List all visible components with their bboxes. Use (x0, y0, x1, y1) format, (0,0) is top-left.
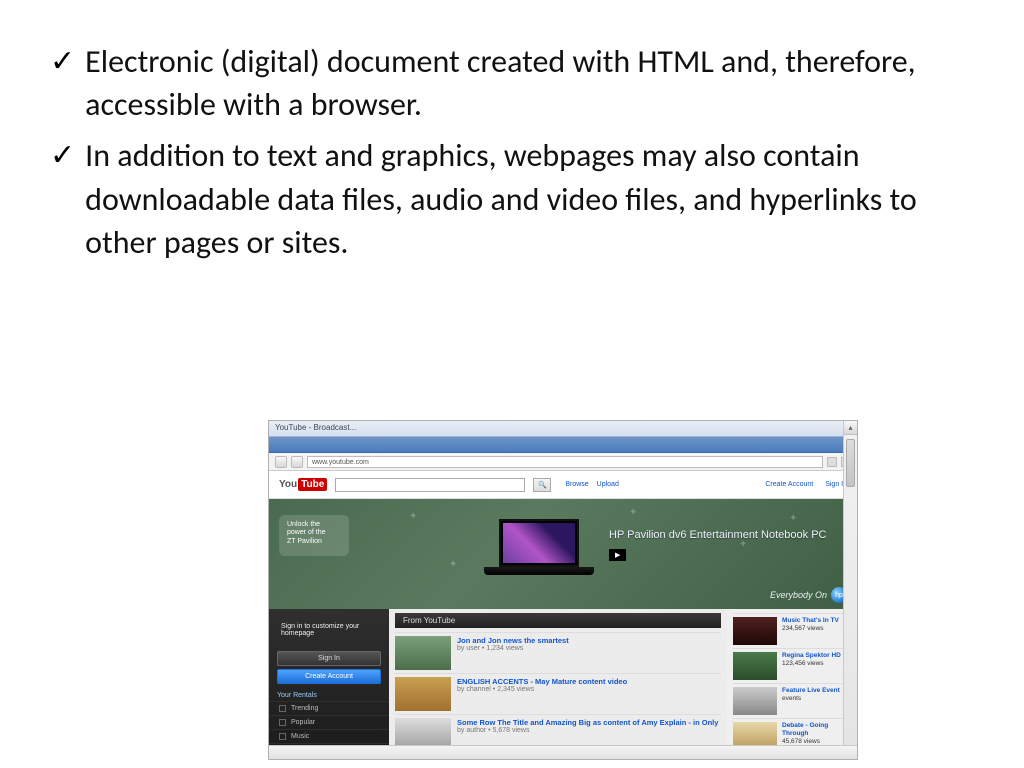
vertical-scrollbar[interactable]: ▴ (843, 421, 857, 759)
bullet-text: Electronic (digital) document created wi… (85, 40, 974, 126)
video-subtext: events (782, 695, 840, 703)
address-bar: www.youtube.com (269, 453, 857, 471)
banner-promo-pill: Unlock the power of the ZT Pavilion (279, 515, 349, 556)
bullet-item: ✓ In addition to text and graphics, webp… (50, 134, 974, 264)
banner-brand: Everybody On hp (770, 587, 847, 603)
laptop-image (479, 519, 599, 589)
nav-link-browse[interactable]: Browse (565, 481, 588, 488)
video-thumbnail (733, 652, 777, 680)
sidebar-item[interactable]: Popular (269, 715, 389, 729)
nav-link-upload[interactable]: Upload (597, 481, 619, 488)
scroll-up-button[interactable]: ▴ (844, 421, 857, 435)
video-row[interactable]: ENGLISH ACCENTS - May Mature content vid… (395, 673, 721, 714)
video-subtext: by user • 1,234 views (457, 645, 569, 653)
window-titlebar: YouTube - Broadcast... (269, 421, 857, 437)
sidebar-promo: Sign in to customize your homepage (275, 617, 383, 645)
video-subtext: by author • 5,678 views (457, 727, 718, 735)
video-thumbnail (395, 636, 451, 670)
sidebar-section-header: Your Rentals (277, 692, 381, 699)
search-input[interactable] (335, 478, 525, 492)
youtube-logo[interactable]: You Tube (279, 478, 327, 491)
banner-cta-button[interactable]: ▶ (609, 549, 626, 561)
feed-header: From YouTube (395, 613, 721, 628)
bookmark-icon[interactable] (827, 457, 837, 467)
video-thumbnail (733, 617, 777, 645)
checkmark-icon: ✓ (50, 134, 75, 178)
brand-text: Everybody On (770, 590, 827, 600)
video-title: Feature Live Event (782, 687, 840, 695)
video-row[interactable]: Jon and Jon news the smartest by user • … (395, 632, 721, 673)
logo-text-tube: Tube (298, 478, 327, 491)
promo-line: power of the (287, 529, 341, 537)
recommend-row[interactable]: Regina Spektor HD123,456 views (733, 648, 851, 683)
bullet-text: In addition to text and graphics, webpag… (85, 134, 974, 264)
video-title: ENGLISH ACCENTS - May Mature content vid… (457, 677, 627, 686)
sidebar-item[interactable]: Music (269, 729, 389, 743)
page-body: Sign in to customize your homepage Sign … (269, 609, 857, 759)
video-thumbnail (395, 677, 451, 711)
sidebar-signin-button[interactable]: Sign In (277, 651, 381, 666)
promo-line: Unlock the (287, 521, 341, 529)
embedded-screenshot: YouTube - Broadcast... www.youtube.com Y… (268, 420, 858, 760)
video-title: Jon and Jon news the smartest (457, 636, 569, 645)
ad-banner[interactable]: ✦ ✦ ✦ ✦ ✦ Unlock the power of the ZT Pav… (269, 499, 857, 609)
video-title: Regina Spektor HD (782, 652, 841, 660)
slide-content: ✓ Electronic (digital) document created … (0, 0, 1024, 264)
create-account-link[interactable]: Create Account (765, 481, 813, 488)
video-subtext: 123,456 views (782, 660, 841, 668)
main-feed: From YouTube Jon and Jon news the smarte… (389, 609, 727, 759)
promo-line: ZT Pavilion (287, 538, 341, 546)
checkmark-icon: ✓ (50, 40, 75, 84)
nav-links: Browse Upload (565, 481, 619, 488)
video-subtext: by channel • 2,345 views (457, 686, 627, 694)
browser-statusbar (269, 745, 857, 759)
right-column: Music That's In TV234,567 views Regina S… (727, 609, 857, 759)
logo-text-you: You (279, 479, 297, 490)
recommend-row[interactable]: Feature Live Eventevents (733, 683, 851, 718)
banner-headline: HP Pavilion dv6 Entertainment Notebook P… (609, 529, 826, 541)
video-title: Debate - Going Through (782, 722, 851, 738)
site-header: You Tube 🔍 Browse Upload Create Account … (269, 471, 857, 499)
back-button[interactable] (275, 456, 287, 468)
video-title: Music That's In TV (782, 617, 839, 625)
search-button[interactable]: 🔍 (533, 478, 551, 492)
account-links: Create Account Sign In (765, 481, 847, 488)
video-thumbnail (733, 687, 777, 715)
url-field[interactable]: www.youtube.com (307, 456, 823, 468)
sidebar: Sign in to customize your homepage Sign … (269, 609, 389, 759)
recommend-row[interactable]: Music That's In TV234,567 views (733, 613, 851, 648)
browser-tabbar (269, 437, 857, 453)
video-subtext: 234,567 views (782, 625, 839, 633)
video-title: Some Row The Title and Amazing Big as co… (457, 718, 718, 727)
tab-title: YouTube - Broadcast... (275, 423, 356, 432)
sidebar-create-button[interactable]: Create Account (277, 669, 381, 684)
forward-button[interactable] (291, 456, 303, 468)
scroll-thumb[interactable] (846, 439, 855, 487)
sidebar-item[interactable]: Trending (269, 701, 389, 715)
bullet-item: ✓ Electronic (digital) document created … (50, 40, 974, 126)
